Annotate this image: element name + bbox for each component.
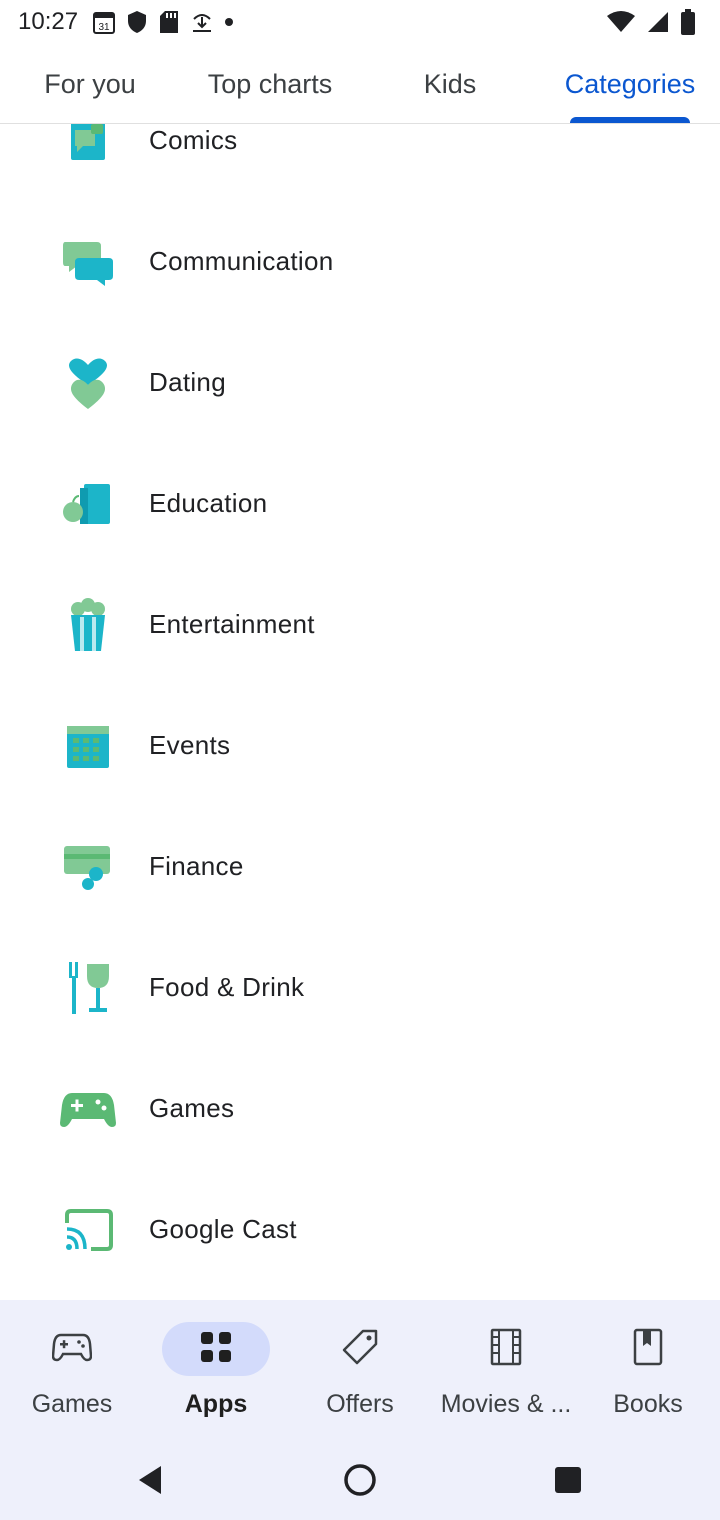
nav-games[interactable]: Games	[10, 1300, 134, 1440]
nav-icon-container	[594, 1322, 702, 1376]
wifi-icon	[606, 10, 636, 34]
google-cast-icon	[58, 1200, 118, 1260]
category-label: Communication	[149, 246, 334, 276]
category-label: Events	[149, 730, 231, 760]
games-icon	[58, 1079, 118, 1139]
download-tray-icon	[190, 9, 214, 35]
nav-label: Games	[31, 1390, 113, 1418]
category-label: Entertainment	[149, 609, 315, 639]
sd-card-icon	[158, 9, 180, 35]
tab-label: For you	[44, 68, 136, 99]
category-label: Comics	[149, 125, 238, 155]
category-row-events[interactable]: Events	[0, 685, 720, 806]
home-icon[interactable]	[340, 1460, 380, 1500]
tab-top-charts[interactable]: Top charts	[180, 44, 360, 124]
communication-icon	[58, 232, 118, 292]
svg-text:31: 31	[99, 22, 111, 33]
events-icon	[58, 716, 118, 776]
category-row-entertainment[interactable]: Entertainment	[0, 564, 720, 685]
category-label: Dating	[149, 367, 226, 397]
dating-icon	[58, 353, 118, 413]
nav-icon-container	[18, 1322, 126, 1376]
category-row-communication[interactable]: Communication	[0, 201, 720, 322]
film-icon	[490, 1328, 522, 1371]
category-row-games[interactable]: Games	[0, 1048, 720, 1169]
calendar-icon: 31	[92, 9, 116, 35]
food-drink-icon	[58, 958, 118, 1018]
nav-label: Movies & ...	[440, 1390, 572, 1418]
comics-icon	[58, 124, 118, 171]
tab-label: Kids	[423, 68, 477, 99]
finance-icon	[58, 837, 118, 897]
category-row-comics[interactable]: Comics	[0, 124, 720, 201]
tab-for-you[interactable]: For you	[0, 44, 180, 124]
category-row-education[interactable]: Education	[0, 443, 720, 564]
category-row-dating[interactable]: Dating	[0, 322, 720, 443]
nav-apps[interactable]: Apps	[154, 1300, 278, 1440]
status-bar: 10:27 31	[0, 0, 720, 44]
battery-icon	[680, 8, 696, 36]
category-list[interactable]: Comics Communication Dating Education En…	[0, 124, 720, 1300]
category-label: Education	[149, 488, 268, 518]
nav-icon-container	[306, 1322, 414, 1376]
category-row-food-drink[interactable]: Food & Drink	[0, 927, 720, 1048]
bookmark-book-icon	[633, 1328, 663, 1371]
system-navigation-bar	[0, 1440, 720, 1520]
tab-label: Categories	[564, 68, 696, 99]
category-label: Google Cast	[149, 1214, 297, 1244]
status-time: 10:27	[18, 8, 79, 35]
category-label: Food & Drink	[149, 972, 305, 1002]
nav-label: Books	[613, 1390, 683, 1418]
nav-books[interactable]: Books	[586, 1300, 710, 1440]
nav-movies[interactable]: Movies & ...	[434, 1300, 578, 1440]
category-row-finance[interactable]: Finance	[0, 806, 720, 927]
category-label: Finance	[149, 851, 244, 881]
tab-categories[interactable]: Categories	[540, 44, 720, 124]
nav-icon-container	[162, 1322, 270, 1376]
recents-icon[interactable]	[548, 1460, 588, 1500]
category-label: Games	[149, 1093, 235, 1123]
back-icon[interactable]	[130, 1460, 170, 1500]
dot-icon	[224, 17, 234, 27]
nav-label: Offers	[326, 1390, 394, 1418]
bottom-navigation: Games Apps Offers Movies & ... Books	[0, 1300, 720, 1440]
status-system-icons	[606, 8, 696, 36]
gamepad-icon	[51, 1332, 93, 1367]
signal-icon	[646, 10, 670, 34]
apps-grid-icon	[200, 1331, 232, 1368]
nav-label: Apps	[184, 1390, 248, 1418]
shield-icon	[126, 9, 148, 35]
status-notification-icons: 31	[92, 9, 234, 35]
tab-label: Top charts	[207, 68, 333, 99]
tab-kids[interactable]: Kids	[360, 44, 540, 124]
nav-offers[interactable]: Offers	[298, 1300, 422, 1440]
top-tab-bar: For you Top charts Kids Categories	[0, 44, 720, 124]
active-tab-indicator	[570, 117, 690, 123]
nav-icon-container	[452, 1322, 560, 1376]
education-icon	[58, 474, 118, 534]
entertainment-icon	[58, 595, 118, 655]
category-row-google-cast[interactable]: Google Cast	[0, 1169, 720, 1290]
tag-icon	[341, 1328, 379, 1371]
